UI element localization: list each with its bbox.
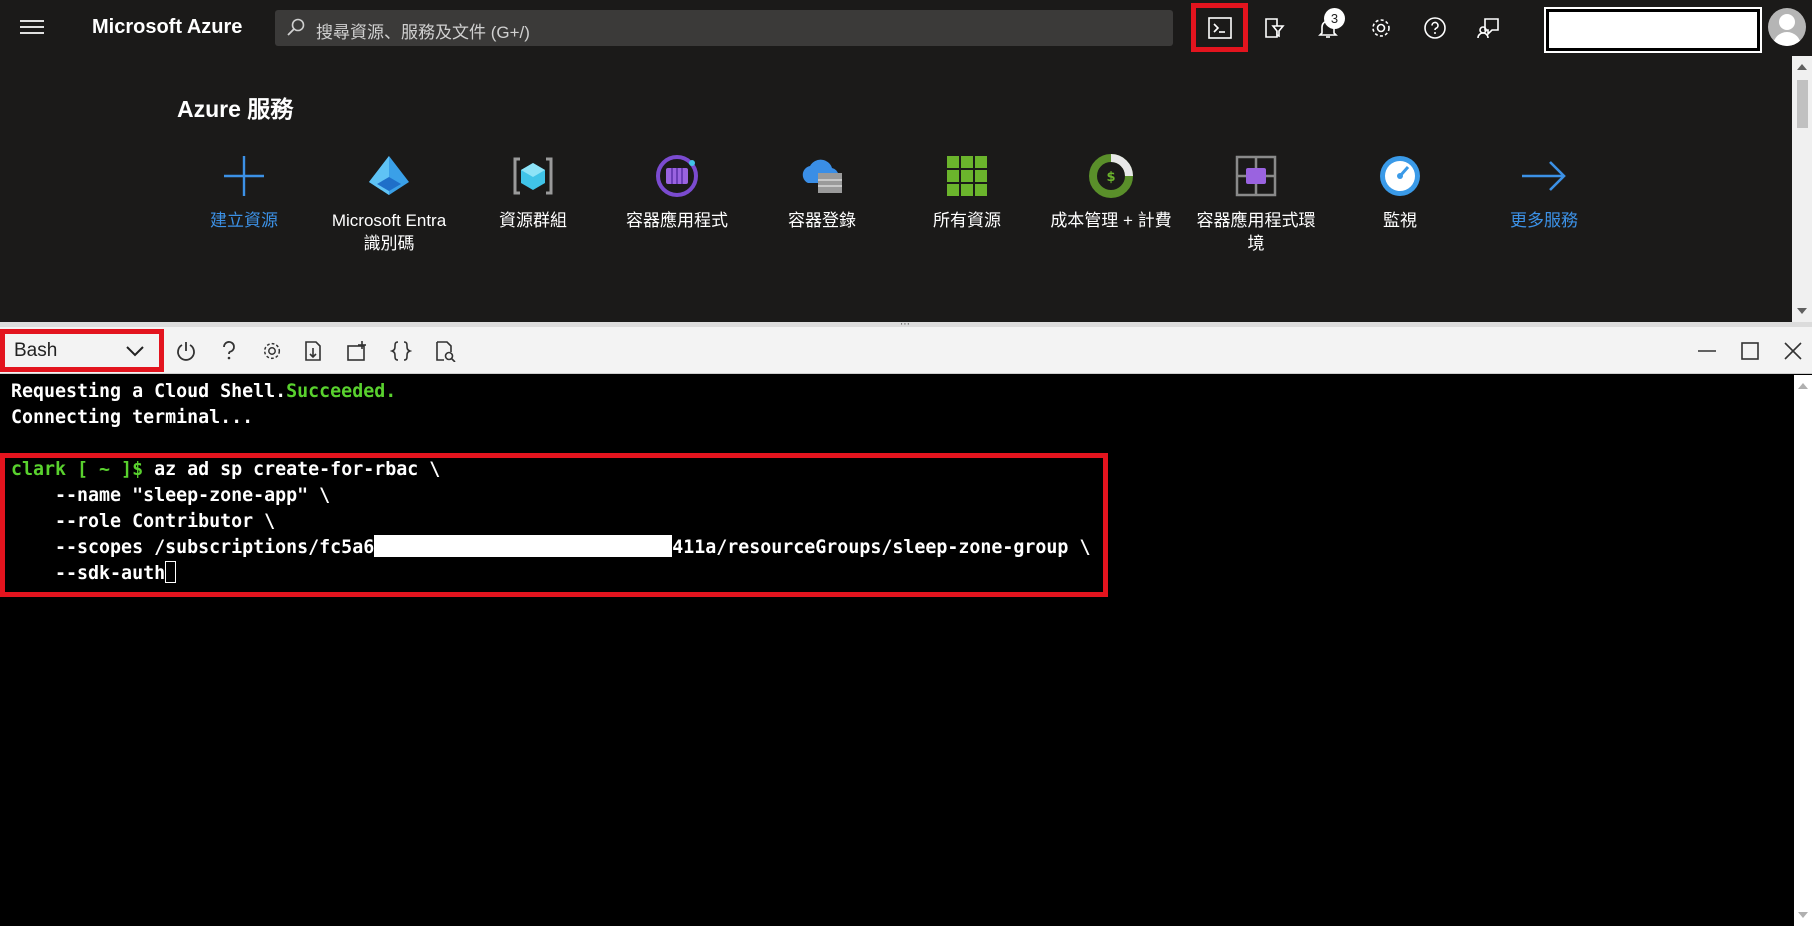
service-container-apps[interactable]: 容器應用程式 [612,151,742,232]
search-placeholder: 搜尋資源、服務及文件 (G+/) [316,23,530,42]
service-resource-groups[interactable]: 資源群組 [468,151,598,232]
question-icon [223,341,235,360]
service-container-registry[interactable]: 容器登錄 [757,151,887,232]
cost-management-icon: $ [1089,154,1133,198]
cloud-shell-button[interactable] [1202,10,1238,46]
service-more-services[interactable]: 更多服務 [1479,151,1609,232]
minimize-button[interactable] [1692,336,1722,366]
feedback-button[interactable] [1471,10,1507,46]
chevron-down-icon [126,346,144,357]
search-input[interactable]: 搜尋資源、服務及文件 (G+/) [275,10,1173,46]
cloud-shell-toolbar: Bash [0,327,1812,374]
gear-icon [263,342,281,360]
settings-button[interactable] [257,336,287,366]
search-icon [287,18,305,36]
help-button[interactable] [214,336,244,366]
page-scrollbar[interactable] [1792,56,1812,322]
braces-icon [390,341,412,361]
resource-group-icon [513,157,553,195]
service-entra-id[interactable]: Microsoft Entra 識別碼 [324,151,454,255]
open-session-button[interactable] [342,336,372,366]
plus-icon [224,156,264,196]
service-label: 容器登錄 [788,211,856,230]
maximize-icon [1741,342,1759,360]
service-label: 容器應用程式環境 [1196,211,1316,253]
help-button[interactable] [1417,10,1453,46]
brand-title[interactable]: Microsoft Azure [92,16,242,39]
upload-download-icon [305,341,321,361]
shell-type-value: Bash [14,340,58,361]
shell-type-dropdown[interactable]: Bash [10,335,152,367]
terminal-command-line: --role Contributor \ [11,511,276,532]
monitor-icon [1380,156,1420,196]
service-label: 更多服務 [1510,211,1578,230]
service-create-resource[interactable]: 建立資源 [179,151,309,232]
arrow-right-icon [1522,161,1566,191]
power-icon [177,342,195,361]
terminal-command-line: --sdk-auth [11,561,177,587]
service-label: 資源群組 [499,211,567,230]
minimize-icon [1698,350,1716,352]
all-resources-icon [947,156,987,196]
entra-id-icon [369,156,409,195]
redacted-subscription-id [374,535,673,557]
terminal-command-line: --scopes /subscriptions/fc5a6 411a/resour… [11,535,1091,558]
hamburger-menu-icon[interactable] [18,16,46,40]
maximize-button[interactable] [1735,336,1765,366]
close-button[interactable] [1778,336,1808,366]
help-icon [1424,17,1446,39]
service-label: 容器應用程式 [626,211,728,230]
directory-filter-button[interactable] [1256,10,1292,46]
azure-services-section: Azure 服務 建立資源 Microsoft Entra 識別碼 資源群組 容… [0,56,1812,322]
service-label: 成本管理 + 計費 [1050,211,1172,230]
service-container-app-environments[interactable]: 容器應用程式環境 [1191,151,1321,255]
service-label: 監視 [1383,211,1417,230]
account-box[interactable] [1544,7,1762,53]
restart-button[interactable] [171,336,201,366]
terminal-cursor [165,561,177,583]
cloud-shell-icon [1208,17,1232,39]
close-icon [1784,342,1802,360]
web-preview-button[interactable] [430,336,460,366]
terminal-line: Connecting terminal... [11,407,254,428]
container-registry-icon [802,159,842,193]
notification-badge: 3 [1324,8,1345,29]
service-label: Microsoft Entra 識別碼 [331,211,447,253]
feedback-icon [1477,18,1499,39]
service-all-resources[interactable]: 所有資源 [902,151,1032,232]
svg-text:$: $ [1106,170,1115,185]
service-label: 所有資源 [933,211,1001,230]
service-label: 建立資源 [210,211,278,230]
new-session-icon [347,341,366,361]
gear-icon [1372,19,1390,37]
upload-download-button[interactable] [299,336,329,366]
terminal-output[interactable]: Requesting a Cloud Shell.Succeeded. Conn… [0,375,1794,926]
terminal-scrollbar[interactable] [1794,375,1812,926]
web-preview-icon [436,341,456,362]
directory-filter-icon [1265,18,1285,38]
avatar[interactable] [1768,8,1806,46]
terminal-command-line: clark [ ~ ]$ az ad sp create-for-rbac \ [11,459,441,480]
editor-button[interactable] [386,336,416,366]
settings-button[interactable] [1363,10,1399,46]
services-title: Azure 服務 [177,96,294,122]
terminal-line: Requesting a Cloud Shell.Succeeded. [11,381,397,402]
service-cost-management[interactable]: $ 成本管理 + 計費 [1046,151,1176,232]
terminal-command-line: --name "sleep-zone-app" \ [11,485,331,506]
service-monitor[interactable]: 監視 [1335,151,1465,232]
container-apps-icon [656,155,698,197]
top-bar: Microsoft Azure 搜尋資源、服務及文件 (G+/) 3 [0,0,1812,56]
container-app-env-icon [1235,155,1277,197]
